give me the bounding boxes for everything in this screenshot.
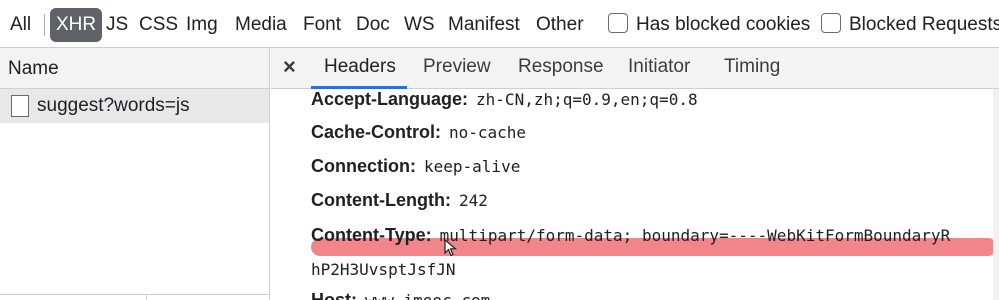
header-key: Cache-Control: (311, 122, 441, 142)
tab-headers[interactable]: Headers (324, 48, 396, 88)
header-value-continued: hP2H3UvsptJsfJN (311, 260, 456, 279)
filter-js[interactable]: JS (106, 8, 128, 42)
filter-manifest[interactable]: Manifest (448, 8, 520, 42)
filter-xhr[interactable]: XHR (50, 8, 103, 42)
column-resize-handle[interactable] (146, 294, 147, 300)
filter-doc[interactable]: Doc (356, 8, 390, 42)
header-value: zh-CN,zh;q=0.9,en;q=0.8 (476, 90, 698, 109)
list-footer-divider (0, 294, 269, 295)
filter-bar: All XHR JS CSS Img Media Font Doc WS Man… (0, 0, 999, 48)
filter-css[interactable]: CSS (139, 8, 178, 42)
header-value: multipart/form-data; boundary=----WebKit… (439, 226, 951, 245)
detail-tab-bar: × Headers Preview Response Initiator Tim… (271, 48, 999, 89)
document-icon (11, 95, 29, 117)
filter-divider (44, 14, 45, 36)
header-value: 242 (458, 191, 488, 210)
header-row-content-type: Content-Type: multipart/form-data; bounda… (311, 225, 950, 246)
request-row[interactable]: suggest?words=js (0, 89, 269, 123)
filter-img[interactable]: Img (186, 8, 218, 42)
header-value: no-cache (449, 123, 527, 142)
name-column-label: Name (8, 58, 59, 79)
header-key: Connection: (311, 156, 416, 176)
header-value: keep-alive (424, 157, 521, 176)
blocked-requests-checkbox[interactable] (821, 13, 841, 33)
filter-other[interactable]: Other (536, 8, 584, 42)
header-key: Accept-Language: (311, 89, 469, 109)
request-name: suggest?words=js (37, 95, 190, 116)
filter-media[interactable]: Media (235, 8, 287, 42)
has-blocked-cookies-checkbox[interactable] (608, 13, 628, 33)
headers-panel: Accept-Language: zh-CN,zh;q=0.9,en;q=0.8 … (271, 89, 999, 300)
tab-response[interactable]: Response (518, 48, 604, 88)
filter-font[interactable]: Font (303, 8, 341, 42)
header-key: Host: (311, 290, 357, 300)
header-row-content-length: Content-Length: 242 (311, 190, 488, 211)
mouse-cursor-icon (444, 239, 458, 257)
header-value: www.imooc.com (365, 291, 490, 300)
header-row-cache-control: Cache-Control: no-cache (311, 122, 526, 143)
tab-timing[interactable]: Timing (724, 48, 780, 88)
has-blocked-cookies-label[interactable]: Has blocked cookies (636, 8, 810, 42)
tab-initiator[interactable]: Initiator (628, 48, 690, 88)
filter-all[interactable]: All (10, 8, 31, 42)
header-key: Content-Length: (311, 190, 451, 210)
tab-preview[interactable]: Preview (423, 48, 491, 88)
blocked-requests-label[interactable]: Blocked Requests (849, 8, 999, 42)
filter-ws[interactable]: WS (404, 8, 435, 42)
header-row-accept-language: Accept-Language: zh-CN,zh;q=0.9,en;q=0.8 (311, 89, 698, 110)
header-row-host: Host: www.imooc.com (311, 290, 490, 300)
close-icon[interactable]: × (283, 48, 296, 86)
request-list-pane: Name suggest?words=js (0, 48, 270, 300)
header-row-connection: Connection: keep-alive (311, 156, 520, 177)
name-column-header[interactable]: Name (0, 48, 269, 89)
header-key: Content-Type: (311, 225, 432, 245)
vertical-scrollbar[interactable] (993, 89, 999, 300)
